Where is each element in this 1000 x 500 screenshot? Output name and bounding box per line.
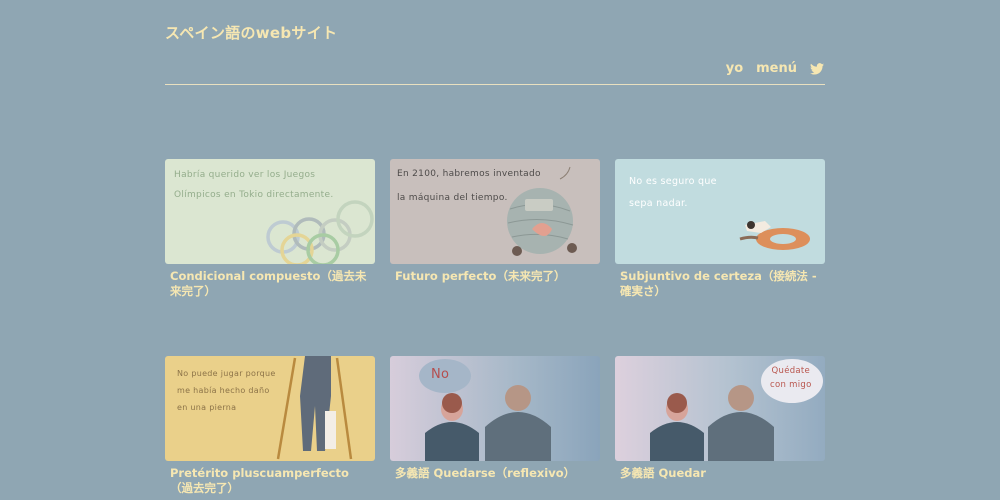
post-title[interactable]: Futuro perfecto（未来完了） xyxy=(390,269,595,284)
thumbnail-text-line: No es seguro que xyxy=(629,176,717,187)
header-divider xyxy=(165,84,825,85)
post-thumbnail[interactable]: En 2100, habremos inventado la máquina d… xyxy=(390,159,600,264)
post-title[interactable]: Condicional compuesto（過去未来完了） xyxy=(165,269,370,299)
thumbnail-text-line: No puede jugar porque xyxy=(177,369,276,378)
post-thumbnail[interactable]: Habría querido ver los Juegos Olímpicos … xyxy=(165,159,375,264)
post-card[interactable]: Quédate con migo 多義語 Quedar xyxy=(615,356,825,481)
post-title[interactable]: Pretérito pluscuamperfecto（過去完了） xyxy=(165,466,370,496)
post-thumbnail[interactable]: No es seguro que sepa nadar. xyxy=(615,159,825,264)
speech-bubble-text: Quédate xyxy=(771,366,811,376)
post-card[interactable]: En 2100, habremos inventado la máquina d… xyxy=(390,159,600,284)
thumbnail-text-line: Olímpicos en Tokio directamente. xyxy=(174,190,334,200)
post-thumbnail[interactable]: Quédate con migo xyxy=(615,356,825,461)
people-talking-illustration xyxy=(419,359,551,461)
post-title[interactable]: 多義語 Quedarse（reflexivo） xyxy=(390,466,595,481)
main-nav: yo menú xyxy=(726,61,824,76)
thumbnail-text-line: En 2100, habremos inventado xyxy=(397,169,541,179)
thumbnail-text-line: me había hecho daño xyxy=(177,386,270,395)
site-title[interactable]: スペイン語のwebサイト xyxy=(165,22,337,43)
post-title[interactable]: 多義語 Quedar xyxy=(615,466,820,481)
thumbnail-text-line: sepa nadar. xyxy=(629,198,688,209)
speech-bubble-text: con migo xyxy=(770,380,812,390)
post-card[interactable]: No puede jugar porque me había hecho dañ… xyxy=(165,356,375,496)
nav-link-yo[interactable]: yo xyxy=(726,61,743,76)
post-thumbnail[interactable]: No puede jugar porque me había hecho dañ… xyxy=(165,356,375,461)
speech-bubble-text: No xyxy=(431,367,450,382)
post-card[interactable]: No 多義語 Quedarse（reflexivo） xyxy=(390,356,600,481)
thumbnail-text-line: la máquina del tiempo. xyxy=(397,193,508,203)
post-card[interactable]: No es seguro que sepa nadar. Subjuntivo … xyxy=(615,159,825,299)
post-thumbnail[interactable]: No xyxy=(390,356,600,461)
twitter-icon[interactable] xyxy=(810,62,824,75)
nav-link-menu[interactable]: menú xyxy=(756,61,797,76)
thumbnail-text-line: Habría querido ver los Juegos xyxy=(174,170,316,180)
post-card[interactable]: Habría querido ver los Juegos Olímpicos … xyxy=(165,159,375,299)
thumbnail-text-line: en una pierna xyxy=(177,403,237,412)
post-title[interactable]: Subjuntivo de certeza（接続法 - 確実さ） xyxy=(615,269,820,299)
